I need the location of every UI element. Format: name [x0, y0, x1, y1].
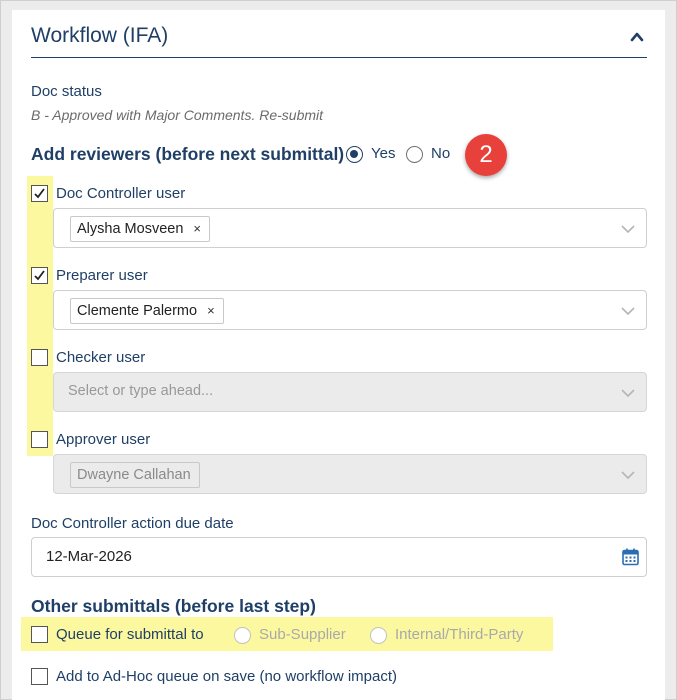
other-submittals-title: Other submittals (before last step) — [31, 596, 316, 616]
reviewers-no-radio[interactable] — [406, 146, 423, 163]
approver-select[interactable]: Dwayne Callahan — [53, 454, 647, 494]
chevron-down-icon[interactable] — [621, 222, 635, 236]
doc-controller-label: Doc Controller user — [56, 185, 186, 202]
chip-remove-icon[interactable]: × — [193, 221, 201, 236]
checker-checkbox[interactable] — [31, 349, 48, 366]
user-chip: Clemente Palermo × — [70, 298, 224, 324]
adhoc-queue-label: Add to Ad-Hoc queue on save (no workflow… — [56, 668, 398, 685]
user-chip: Alysha Mosveen × — [70, 216, 210, 242]
sub-supplier-label[interactable]: Sub-Supplier — [259, 626, 346, 643]
checker-placeholder: Select or type ahead... — [68, 383, 214, 399]
chevron-down-icon[interactable] — [621, 304, 635, 318]
reviewers-yes-radio[interactable] — [346, 146, 363, 163]
queue-submittal-checkbox[interactable] — [31, 626, 48, 643]
chip-remove-icon[interactable]: × — [207, 303, 215, 318]
step-badge: 2 — [465, 134, 507, 176]
internal-third-party-radio[interactable] — [370, 627, 387, 644]
checker-label: Checker user — [56, 349, 146, 366]
chip-label: Clemente Palermo — [77, 303, 198, 319]
checker-select[interactable]: Select or type ahead... — [53, 372, 647, 412]
doc-controller-select[interactable]: Alysha Mosveen × — [53, 208, 647, 248]
due-date-value: 12-Mar-2026 — [46, 548, 132, 565]
chevron-down-icon[interactable] — [621, 468, 635, 482]
chip-label: Dwayne Callahan — [77, 467, 191, 483]
add-reviewers-title: Add reviewers (before next submittal) — [31, 144, 345, 164]
reviewers-no-label[interactable]: No — [431, 145, 450, 162]
queue-submittal-label: Queue for submittal to — [56, 626, 204, 643]
doc-status-label: Doc status — [31, 83, 102, 100]
due-date-input[interactable]: 12-Mar-2026 — [31, 537, 647, 577]
preparer-checkbox[interactable] — [31, 267, 48, 284]
chevron-down-icon[interactable] — [621, 386, 635, 400]
adhoc-queue-checkbox[interactable] — [31, 668, 48, 685]
checkmark-icon — [34, 270, 45, 281]
preparer-select[interactable]: Clemente Palermo × — [53, 290, 647, 330]
due-date-label: Doc Controller action due date — [31, 515, 234, 532]
chip-label: Alysha Mosveen — [77, 221, 184, 237]
doc-status-value: B - Approved with Major Comments. Re-sub… — [31, 107, 324, 123]
sub-supplier-radio[interactable] — [234, 627, 251, 644]
approver-label: Approver user — [56, 431, 151, 448]
checkmark-icon — [34, 188, 45, 199]
internal-third-party-label[interactable]: Internal/Third-Party — [395, 626, 523, 643]
user-chip: Dwayne Callahan — [70, 462, 200, 488]
panel-header: Workflow (IFA) — [31, 24, 647, 58]
chevron-up-icon[interactable] — [630, 30, 644, 44]
approver-checkbox[interactable] — [31, 431, 48, 448]
page-title: Workflow (IFA) — [31, 24, 169, 47]
calendar-icon[interactable] — [622, 548, 639, 566]
doc-controller-checkbox[interactable] — [31, 185, 48, 202]
checkbox-highlight — [27, 176, 53, 456]
preparer-label: Preparer user — [56, 267, 148, 284]
reviewers-yes-label[interactable]: Yes — [371, 145, 395, 162]
